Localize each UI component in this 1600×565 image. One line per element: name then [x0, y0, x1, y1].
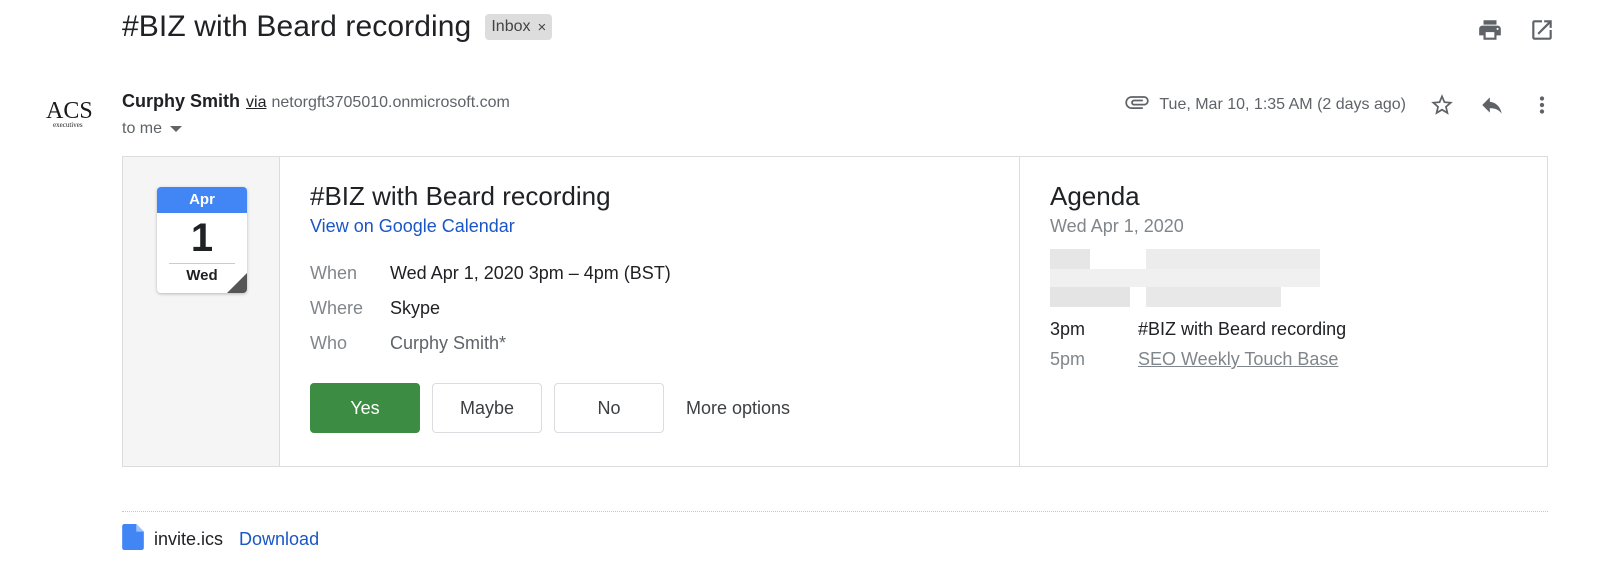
agenda-event: #BIZ with Beard recording	[1138, 319, 1347, 339]
detail-row-when: When Wed Apr 1, 2020 3pm – 4pm (BST)	[310, 263, 989, 284]
agenda-panel: Agenda Wed Apr 1, 2020 3pm #BIZ with Bea…	[1020, 157, 1547, 466]
reply-icon[interactable]	[1478, 91, 1506, 119]
email-subject: #BIZ with Beard recording Inbox ×	[122, 10, 553, 44]
detail-key: Who	[310, 333, 348, 353]
detail-value[interactable]: Curphy Smith*	[390, 333, 506, 354]
rsvp-maybe-button[interactable]: Maybe	[432, 383, 542, 433]
paperclip-icon	[1123, 88, 1151, 121]
label-text: Inbox	[491, 18, 531, 35]
calendar-date-icon: Apr 1 Wed	[157, 187, 247, 293]
recipient-text: to me	[122, 120, 163, 137]
agenda-event-link[interactable]: SEO Weekly Touch Base	[1138, 349, 1338, 370]
file-icon	[122, 524, 144, 555]
via-link[interactable]: via	[246, 94, 266, 112]
agenda-time: 5pm	[1050, 349, 1086, 369]
rsvp-yes-button[interactable]: Yes	[310, 383, 420, 433]
attachment-row: invite.ics Download	[122, 524, 319, 555]
page-fold-icon	[227, 273, 247, 293]
open-in-new-icon[interactable]	[1528, 16, 1556, 44]
more-options-link[interactable]: More options	[686, 398, 790, 419]
remove-label-icon[interactable]: ×	[537, 19, 546, 36]
inbox-label-chip[interactable]: Inbox ×	[485, 14, 553, 40]
agenda-item: 3pm #BIZ with Beard recording	[1050, 319, 1346, 340]
agenda-time: 3pm	[1050, 319, 1086, 339]
calendar-month: Apr	[157, 187, 247, 213]
redacted-area	[1050, 249, 1320, 309]
detail-value: Wed Apr 1, 2020 3pm – 4pm (BST)	[390, 263, 671, 283]
chevron-down-icon[interactable]	[170, 126, 183, 132]
subject-title: #BIZ with Beard recording	[122, 10, 472, 43]
view-on-google-calendar-link[interactable]: View on Google Calendar	[310, 216, 989, 237]
message-meta: Tue, Mar 10, 1:35 AM (2 days ago)	[1123, 88, 1556, 121]
message-date: Tue, Mar 10, 1:35 AM (2 days ago)	[1159, 95, 1406, 113]
calendar-date-column: Apr 1 Wed	[123, 157, 280, 466]
download-link[interactable]: Download	[239, 529, 319, 550]
attachment-file-name: invite.ics	[154, 529, 224, 549]
event-detail-rows: When Wed Apr 1, 2020 3pm – 4pm (BST) Whe…	[310, 263, 989, 354]
agenda-title: Agenda	[1050, 181, 1140, 211]
detail-key: When	[310, 263, 358, 283]
attachment-divider	[122, 511, 1548, 512]
detail-value: Skype	[390, 298, 441, 318]
star-icon[interactable]	[1428, 91, 1456, 119]
sender-line: Curphy Smith via netorgft3705010.onmicro…	[122, 91, 510, 112]
agenda-date: Wed Apr 1, 2020	[1050, 216, 1184, 236]
detail-key: Where	[310, 298, 364, 318]
recipient-details[interactable]: to me	[122, 120, 183, 138]
event-details: #BIZ with Beard recording View on Google…	[280, 157, 1020, 466]
sender-avatar: ACS executives	[44, 96, 96, 130]
event-title: #BIZ with Beard recording	[310, 181, 611, 211]
logo-subtext: executives	[53, 121, 83, 129]
more-vert-icon[interactable]	[1528, 91, 1556, 119]
sender-domain: netorgft3705010.onmicrosoft.com	[271, 94, 510, 111]
rsvp-buttons: Yes Maybe No More options	[310, 383, 790, 433]
calendar-invite-card: Apr 1 Wed #BIZ with Beard recording View…	[122, 156, 1548, 467]
thread-toolbar	[1476, 16, 1556, 44]
rsvp-no-button[interactable]: No	[554, 383, 664, 433]
agenda-item: 5pm SEO Weekly Touch Base	[1050, 349, 1338, 370]
detail-row-where: Where Skype	[310, 298, 989, 319]
sender-name[interactable]: Curphy Smith	[122, 91, 240, 112]
detail-row-who: Who Curphy Smith*	[310, 333, 989, 354]
calendar-day: 1	[190, 216, 214, 260]
print-icon[interactable]	[1476, 16, 1504, 44]
